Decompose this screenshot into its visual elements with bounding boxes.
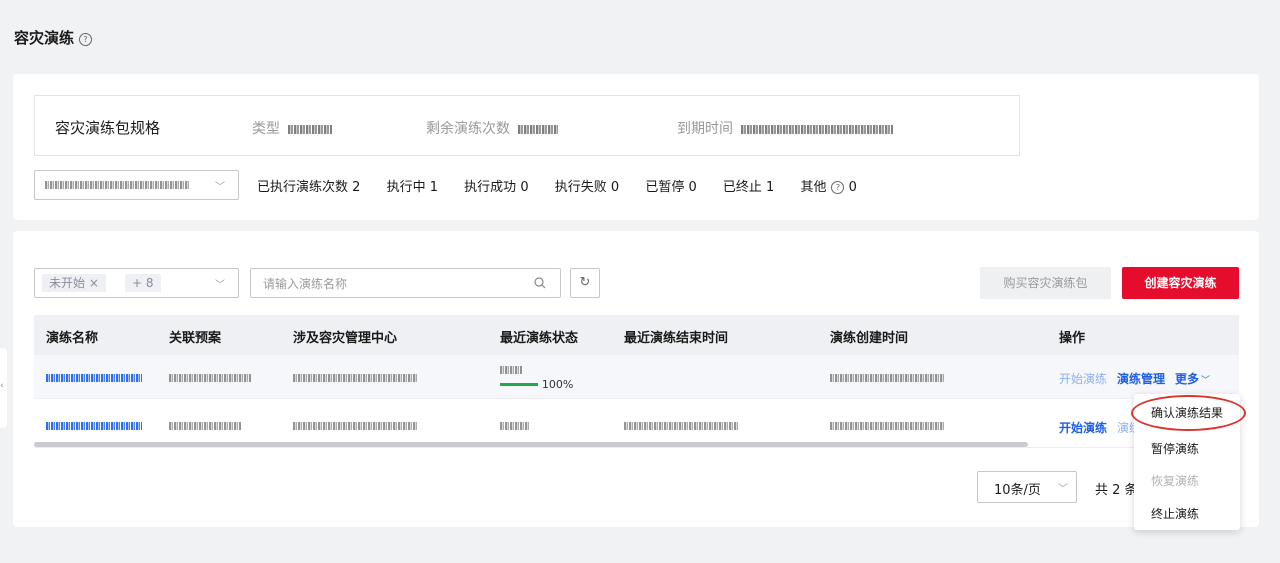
- search-icon[interactable]: [534, 277, 546, 289]
- spec-type: 类型: [252, 118, 332, 138]
- create-drill-button[interactable]: 创建容灾演练: [1122, 267, 1239, 299]
- refresh-button[interactable]: ↻: [570, 268, 600, 298]
- progress-bar: [500, 383, 538, 386]
- status-cell: 100%: [500, 363, 573, 391]
- page-size-value: 10条/页: [994, 483, 1041, 498]
- filter-tag: 未开始 ×: [42, 274, 106, 292]
- highlight-circle: [1131, 395, 1246, 431]
- spec-card: 容灾演练包规格 类型 剩余演练次数 到期时间 ﹀ 已执行演练次数 2 执行中 1…: [13, 74, 1259, 220]
- search-input[interactable]: [261, 274, 525, 294]
- center-cell: [293, 374, 418, 382]
- progress-value: 100%: [541, 378, 574, 391]
- stat-paused-value: 0: [688, 180, 697, 195]
- stat-failed-value: 0: [610, 180, 620, 195]
- ops-cell: 开始演练 演练管理 更多 ﹀: [1059, 370, 1210, 387]
- stat-success-value: 0: [520, 180, 529, 195]
- horizontal-scrollbar[interactable]: [34, 442, 1028, 447]
- refresh-icon: ↻: [579, 275, 591, 290]
- drill-manage-link[interactable]: 演练管理: [1117, 372, 1165, 386]
- stat-success-label: 执行成功: [464, 180, 517, 195]
- stat-failed-label: 执行失败: [554, 180, 607, 195]
- drill-name-link[interactable]: [46, 374, 142, 382]
- plan-cell: [169, 374, 251, 382]
- package-select[interactable]: ﹀: [34, 170, 239, 200]
- start-drill-link[interactable]: 开始演练: [1059, 421, 1107, 435]
- col-plan: 关联预案: [169, 331, 222, 346]
- menu-item-stop[interactable]: 终止演练: [1134, 498, 1240, 530]
- chevron-down-icon: ﹀: [215, 182, 225, 193]
- col-name: 演练名称: [46, 331, 99, 346]
- spec-expire: 到期时间: [677, 118, 893, 138]
- stat-paused-label: 已暂停: [645, 180, 685, 195]
- chevron-down-icon: ﹀: [1058, 484, 1068, 495]
- spec-box: 容灾演练包规格 类型 剩余演练次数 到期时间: [34, 95, 1020, 156]
- stat-running-label: 执行中: [386, 180, 426, 195]
- plan-cell: [169, 422, 241, 430]
- menu-item-resume: 恢复演练: [1151, 474, 1200, 488]
- menu-item-pause[interactable]: 暂停演练: [1134, 433, 1240, 465]
- table-header: 演练名称 关联预案 涉及容灾管理中心 最近演练状态 最近演练结束时间 演练创建时…: [34, 315, 1239, 355]
- col-create-time: 演练创建时间: [830, 331, 909, 346]
- total-count: 共 2 条: [1095, 483, 1138, 498]
- page-title: 容灾演练?: [14, 27, 93, 48]
- stat-stopped-label: 已终止: [722, 180, 762, 195]
- drill-name-link[interactable]: [46, 422, 142, 430]
- status-cell: [500, 422, 530, 430]
- filter-more-tag: + 8: [125, 274, 161, 292]
- col-ops: 操作: [1059, 331, 1086, 346]
- spec-title: 容灾演练包规格: [55, 119, 161, 137]
- start-drill-link[interactable]: 开始演练: [1059, 372, 1107, 386]
- chevron-left-icon: ‹: [0, 381, 4, 391]
- buy-package-button[interactable]: 购买容灾演练包: [980, 267, 1111, 299]
- stat-stopped-value: 1: [766, 180, 775, 195]
- end-time-cell: [624, 422, 739, 430]
- stat-executed-label: 已执行演练次数: [257, 180, 349, 195]
- help-icon[interactable]: ?: [79, 33, 93, 46]
- more-link[interactable]: 更多: [1175, 372, 1199, 386]
- status-filter[interactable]: 未开始 × + 8 ﹀: [34, 268, 239, 298]
- close-icon[interactable]: ×: [89, 276, 99, 290]
- center-cell: [293, 422, 418, 430]
- drill-list-card: 未开始 × + 8 ﹀ ↻ 购买容灾演练包 创建容灾演练 演练名称 关联预案 涉…: [13, 231, 1259, 527]
- create-time-cell: [830, 374, 945, 382]
- col-status: 最近演练状态: [500, 331, 579, 346]
- package-select-value: [45, 181, 190, 189]
- chevron-down-icon: ﹀: [215, 280, 225, 291]
- stat-running-value: 1: [429, 180, 439, 195]
- col-center: 涉及容灾管理中心: [293, 331, 398, 346]
- col-end-time: 最近演练结束时间: [624, 331, 729, 346]
- stat-executed-value: 2: [352, 180, 361, 195]
- stat-other-label: 其他: [800, 180, 827, 195]
- table-row: 100% 开始演练 演练管理 更多 ﹀: [34, 355, 1239, 399]
- chevron-down-icon: ﹀: [1201, 376, 1211, 386]
- stats-bar: 已执行演练次数 2 执行中 1 执行成功 0 执行失败 0 已暂停 0 已终止 …: [257, 176, 879, 195]
- create-time-cell: [830, 422, 945, 430]
- help-icon[interactable]: ?: [831, 181, 845, 194]
- stat-other-value: 0: [848, 180, 857, 195]
- search-box: [250, 268, 561, 298]
- page-size-select[interactable]: 10条/页 ﹀: [977, 471, 1077, 503]
- spec-remaining: 剩余演练次数: [426, 118, 558, 138]
